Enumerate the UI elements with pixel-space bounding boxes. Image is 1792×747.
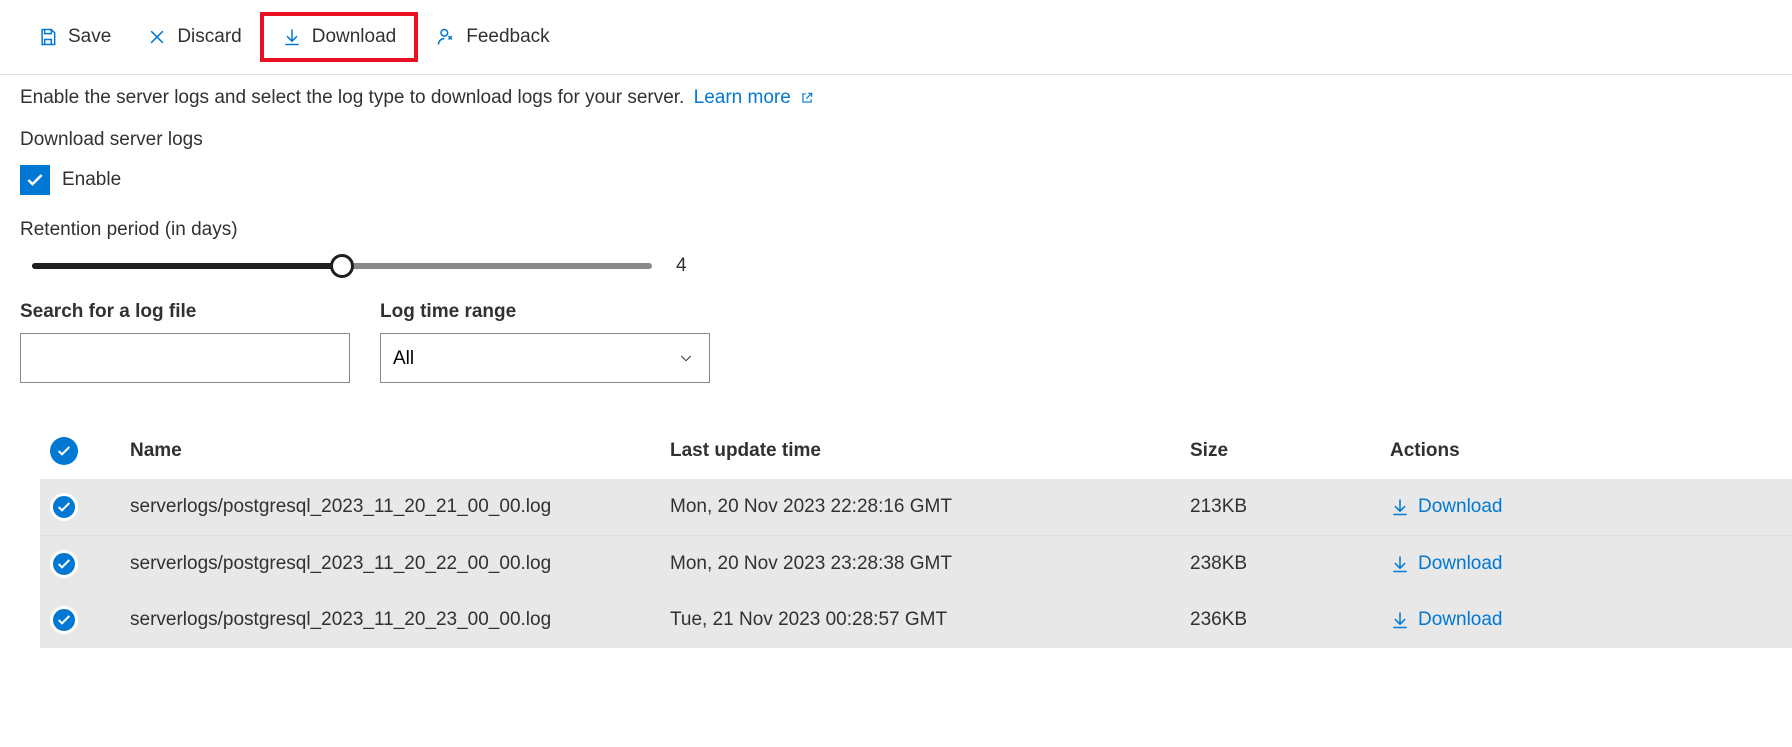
check-icon [56,443,72,459]
row-name: serverlogs/postgresql_2023_11_20_22_00_0… [130,553,670,575]
row-download-link[interactable]: Download [1390,553,1782,575]
row-checkbox[interactable] [50,493,78,521]
time-range-group: Log time range All [380,301,710,383]
table-row[interactable]: serverlogs/postgresql_2023_11_20_22_00_0… [40,536,1792,592]
check-icon [25,170,45,190]
col-size: Size [1190,440,1390,462]
download-label: Download [312,26,397,48]
row-download-label: Download [1418,609,1503,631]
learn-more-label: Learn more [694,87,791,108]
table-row[interactable]: serverlogs/postgresql_2023_11_20_21_00_0… [40,479,1792,536]
row-check-cell [50,550,130,578]
description-text: Enable the server logs and select the lo… [20,87,684,108]
log-table: Name Last update time Size Actions serve… [40,423,1792,648]
search-field-group: Search for a log file [20,301,350,383]
row-updated: Tue, 21 Nov 2023 00:28:57 GMT [670,609,1190,631]
row-check-cell [50,493,130,521]
retention-slider-row: 4 [20,255,1772,277]
content: Enable the server logs and select the lo… [0,75,1792,660]
table-row[interactable]: serverlogs/postgresql_2023_11_20_23_00_0… [40,592,1792,648]
save-label: Save [68,26,111,48]
row-size: 238KB [1190,553,1390,575]
search-label: Search for a log file [20,301,350,323]
toolbar: Save Discard Download Feedback [0,0,1792,75]
row-download-label: Download [1418,553,1503,575]
search-input[interactable] [20,333,350,383]
check-icon [56,556,72,572]
row-download-link[interactable]: Download [1390,609,1782,631]
close-icon [147,27,167,47]
time-range-select[interactable]: All [380,333,710,383]
download-logs-label: Download server logs [20,129,1772,151]
save-icon [38,27,58,47]
row-name: serverlogs/postgresql_2023_11_20_21_00_0… [130,496,670,518]
time-range-select-wrap: All [380,333,710,383]
select-all-cell [50,437,130,465]
enable-checkbox[interactable] [20,165,50,195]
row-name: serverlogs/postgresql_2023_11_20_23_00_0… [130,609,670,631]
enable-label: Enable [62,169,121,191]
row-check-cell [50,606,130,634]
slider-thumb[interactable] [330,254,354,278]
learn-more-link[interactable]: Learn more [694,87,814,108]
external-link-icon [800,91,814,105]
row-download-label: Download [1418,496,1503,518]
download-icon [282,27,302,47]
row-updated: Mon, 20 Nov 2023 23:28:38 GMT [670,553,1190,575]
search-row: Search for a log file Log time range All [20,301,1772,383]
col-actions: Actions [1390,440,1782,462]
table-header: Name Last update time Size Actions [40,423,1792,479]
feedback-label: Feedback [466,26,549,48]
row-size: 236KB [1190,609,1390,631]
time-range-label: Log time range [380,301,710,323]
row-size: 213KB [1190,496,1390,518]
row-download-link[interactable]: Download [1390,496,1782,518]
check-icon [56,612,72,628]
enable-row: Enable [20,165,1772,195]
description-row: Enable the server logs and select the lo… [20,87,1772,109]
download-icon [1390,554,1410,574]
feedback-button[interactable]: Feedback [418,16,567,58]
retention-value: 4 [676,255,687,277]
discard-label: Discard [177,26,241,48]
row-checkbox[interactable] [50,606,78,634]
download-button[interactable]: Download [260,12,419,62]
download-icon [1390,497,1410,517]
check-icon [56,499,72,515]
row-updated: Mon, 20 Nov 2023 22:28:16 GMT [670,496,1190,518]
row-checkbox[interactable] [50,550,78,578]
col-name: Name [130,440,670,462]
slider-fill [32,263,342,269]
save-button[interactable]: Save [20,16,129,58]
col-updated: Last update time [670,440,1190,462]
retention-label: Retention period (in days) [20,219,1772,241]
download-icon [1390,610,1410,630]
select-all-checkbox[interactable] [50,437,78,465]
retention-slider[interactable] [32,263,652,269]
feedback-icon [436,27,456,47]
discard-button[interactable]: Discard [129,16,259,58]
